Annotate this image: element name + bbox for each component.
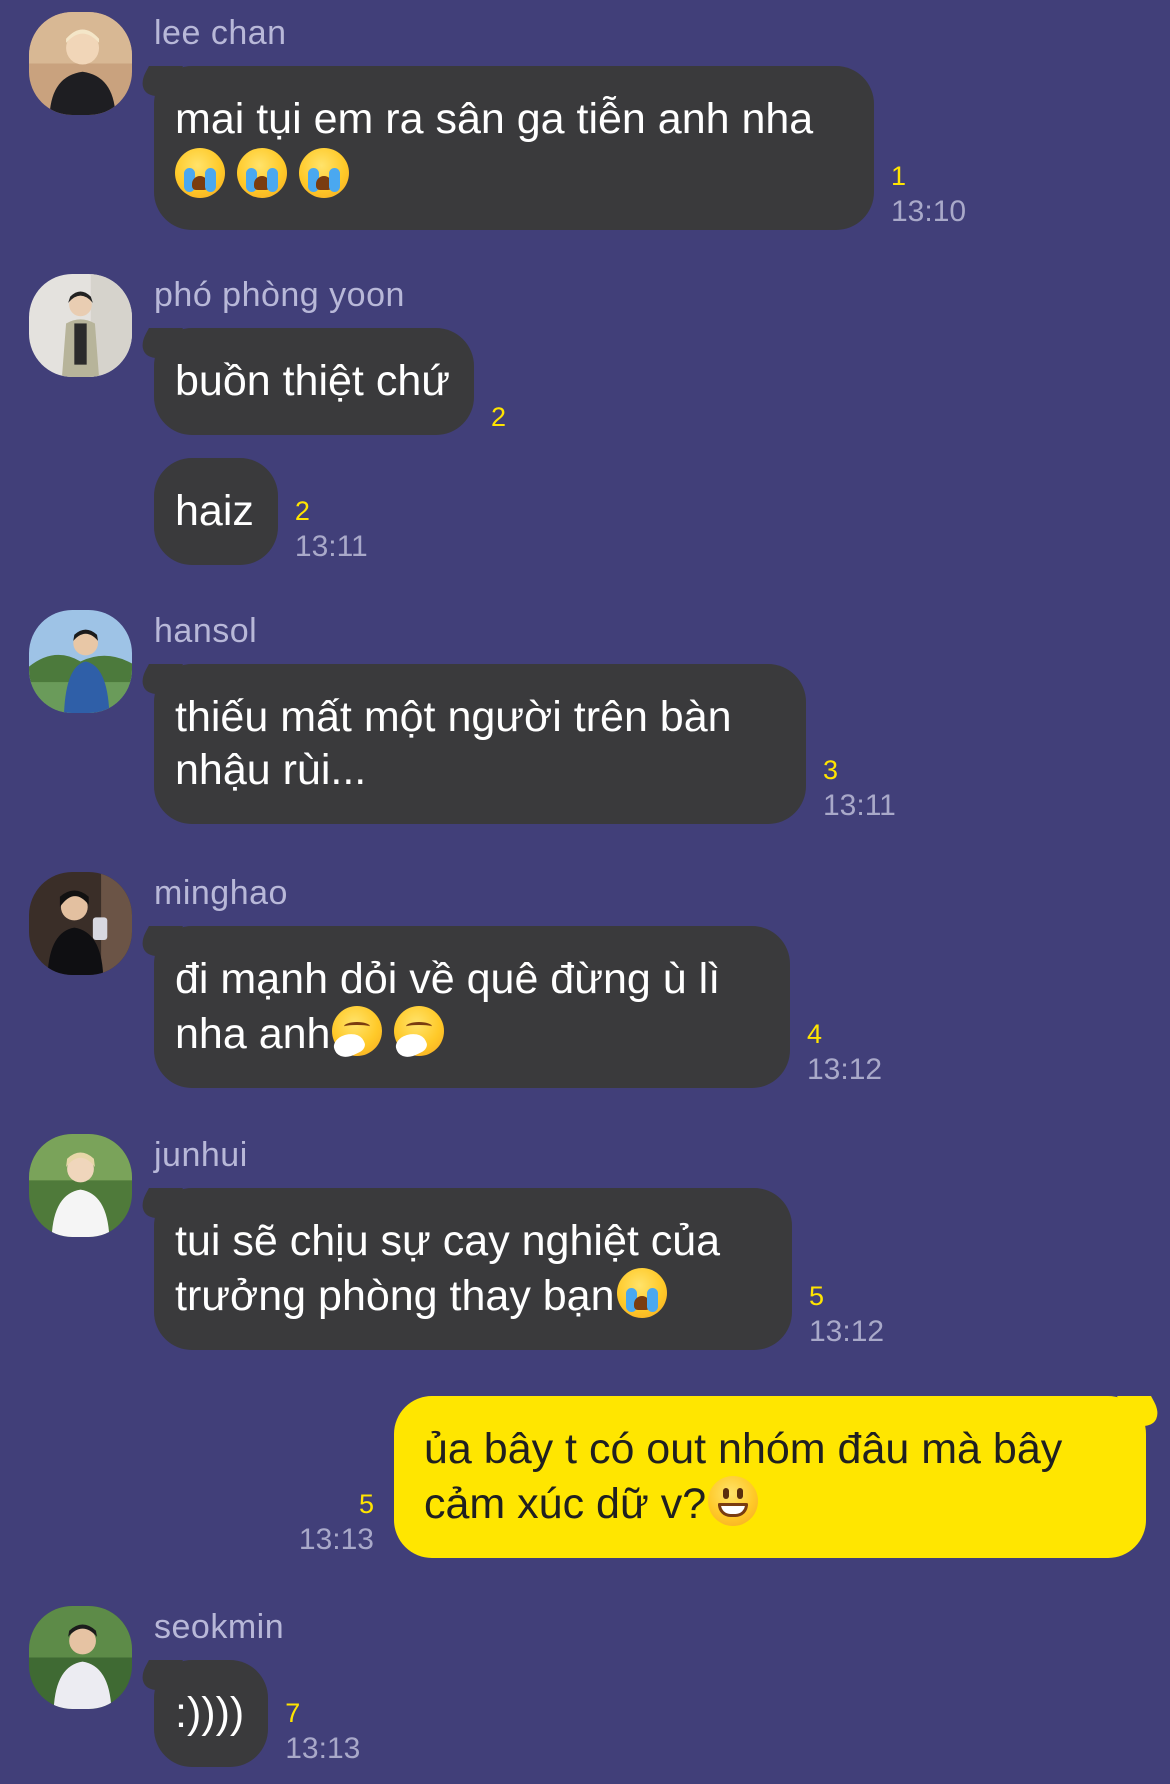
message-group-seokmin: seokmin :)))) 7 13:13 <box>0 1594 1170 1784</box>
avatar[interactable] <box>29 1134 132 1237</box>
message-text: ủa bây t có out nhóm đâu mà bây <box>424 1425 1063 1473</box>
sneezing-face-icon <box>331 1006 383 1062</box>
message-group-hansol: hansol thiếu mất một người trên bàn nhậu… <box>0 598 1170 848</box>
avatar[interactable] <box>29 12 132 115</box>
sender-name: minghao <box>154 874 288 912</box>
timestamp: 13:13 <box>285 1732 361 1765</box>
avatar-photo-icon <box>29 1134 132 1237</box>
message-text: nhậu rùi... <box>175 746 367 794</box>
avatar[interactable] <box>29 872 132 975</box>
sender-name: lee chan <box>154 14 287 52</box>
outgoing-message-bubble[interactable]: ủa bây t có out nhóm đâu mà bây cảm xúc … <box>394 1396 1146 1558</box>
timestamp: 13:12 <box>809 1315 885 1348</box>
unread-count: 2 <box>491 402 507 432</box>
message-text: mai tụi em ra sân ga tiễn anh nha <box>175 95 814 143</box>
timestamp: 13:13 <box>298 1523 374 1556</box>
message-text: đi mạnh dỏi về quê đừng ù lì <box>175 955 721 1003</box>
message-text-with-emoji: nha anh <box>175 1006 766 1062</box>
sender-name: junhui <box>154 1136 248 1174</box>
unread-count: 5 <box>358 1489 374 1519</box>
emoji-row <box>175 146 850 203</box>
message-bubble[interactable]: đi mạnh dỏi về quê đừng ù lì nha anh <box>154 926 790 1088</box>
message-text-with-emoji: cảm xúc dữ v? <box>424 1476 1122 1531</box>
avatar-photo-icon <box>29 1606 132 1709</box>
sender-name: hansol <box>154 612 258 650</box>
avatar[interactable] <box>29 274 132 377</box>
crying-face-icon <box>616 1268 667 1318</box>
message-text: cảm xúc dữ v? <box>424 1480 707 1528</box>
message-text: buồn thiệt chứ <box>175 357 451 405</box>
message-text: trưởng phòng thay bạn <box>175 1272 615 1320</box>
message-group-lee-chan: lee chan mai tụi em ra sân ga tiễn anh n… <box>0 0 1170 240</box>
message-text: nha anh <box>175 1010 331 1058</box>
message-meta: 2 13:11 <box>295 493 368 565</box>
message-group-junhui: junhui tui sẽ chịu sự cay nghiệt của trư… <box>0 1122 1170 1372</box>
message-bubble[interactable]: tui sẽ chịu sự cay nghiệt của trưởng phò… <box>154 1188 792 1350</box>
message-meta: 7 13:13 <box>285 1695 360 1767</box>
chat-room-messages[interactable]: lee chan mai tụi em ra sân ga tiễn anh n… <box>0 0 1170 1784</box>
sender-name: phó phòng yoon <box>154 276 405 314</box>
message-meta: 1 13:10 <box>891 158 966 230</box>
timestamp: 13:10 <box>891 195 967 228</box>
unread-count: 3 <box>823 755 839 785</box>
message-meta: 2 <box>491 399 506 435</box>
avatar-photo-icon <box>29 610 132 713</box>
message-meta: 5 13:13 <box>299 1486 374 1558</box>
sender-name: seokmin <box>154 1608 285 1646</box>
timestamp: 13:11 <box>823 789 896 822</box>
message-bubble[interactable]: :)))) <box>154 1660 269 1767</box>
message-group-outgoing: 5 13:13 ủa bây t có out nhóm đâu mà bây … <box>0 1396 1170 1566</box>
crying-face-icon <box>175 148 225 198</box>
timestamp: 13:12 <box>807 1053 883 1086</box>
unread-count: 2 <box>294 496 310 526</box>
message-meta: 4 13:12 <box>807 1016 882 1088</box>
message-text: thiếu mất một người trên bàn <box>175 693 732 741</box>
message-text: :)))) <box>175 1689 245 1737</box>
crying-face-icon <box>237 148 287 198</box>
message-text: haiz <box>175 487 254 535</box>
message-bubble[interactable]: buồn thiệt chứ <box>154 328 475 435</box>
avatar-photo-icon <box>29 274 132 377</box>
timestamp: 13:11 <box>294 530 368 563</box>
unread-count: 1 <box>891 161 907 191</box>
message-group-pho-phong-yoon: phó phòng yoon buồn thiệt chứ 2 haiz 2 1… <box>0 262 1170 572</box>
sneezing-face-icon <box>393 1006 445 1062</box>
message-meta: 3 13:11 <box>823 752 896 824</box>
unread-count: 7 <box>285 1698 301 1728</box>
unread-count: 4 <box>807 1019 823 1049</box>
avatar[interactable] <box>29 1606 132 1709</box>
message-bubble[interactable]: haiz <box>154 458 278 565</box>
message-text: tui sẽ chịu sự cay nghiệt của <box>175 1217 721 1265</box>
message-bubble[interactable]: mai tụi em ra sân ga tiễn anh nha <box>154 66 874 230</box>
unread-count: 5 <box>809 1281 825 1311</box>
avatar-photo-icon <box>29 872 132 975</box>
message-group-minghao: minghao đi mạnh dỏi về quê đừng ù lì nha… <box>0 860 1170 1110</box>
message-meta: 5 13:12 <box>809 1278 884 1350</box>
message-bubble[interactable]: thiếu mất một người trên bàn nhậu rùi... <box>154 664 806 824</box>
avatar[interactable] <box>29 610 132 713</box>
avatar-photo-icon <box>29 12 132 115</box>
crying-face-icon <box>299 148 349 198</box>
message-text-with-emoji: trưởng phòng thay bạn <box>175 1268 768 1323</box>
grinning-face-icon <box>708 1476 759 1526</box>
